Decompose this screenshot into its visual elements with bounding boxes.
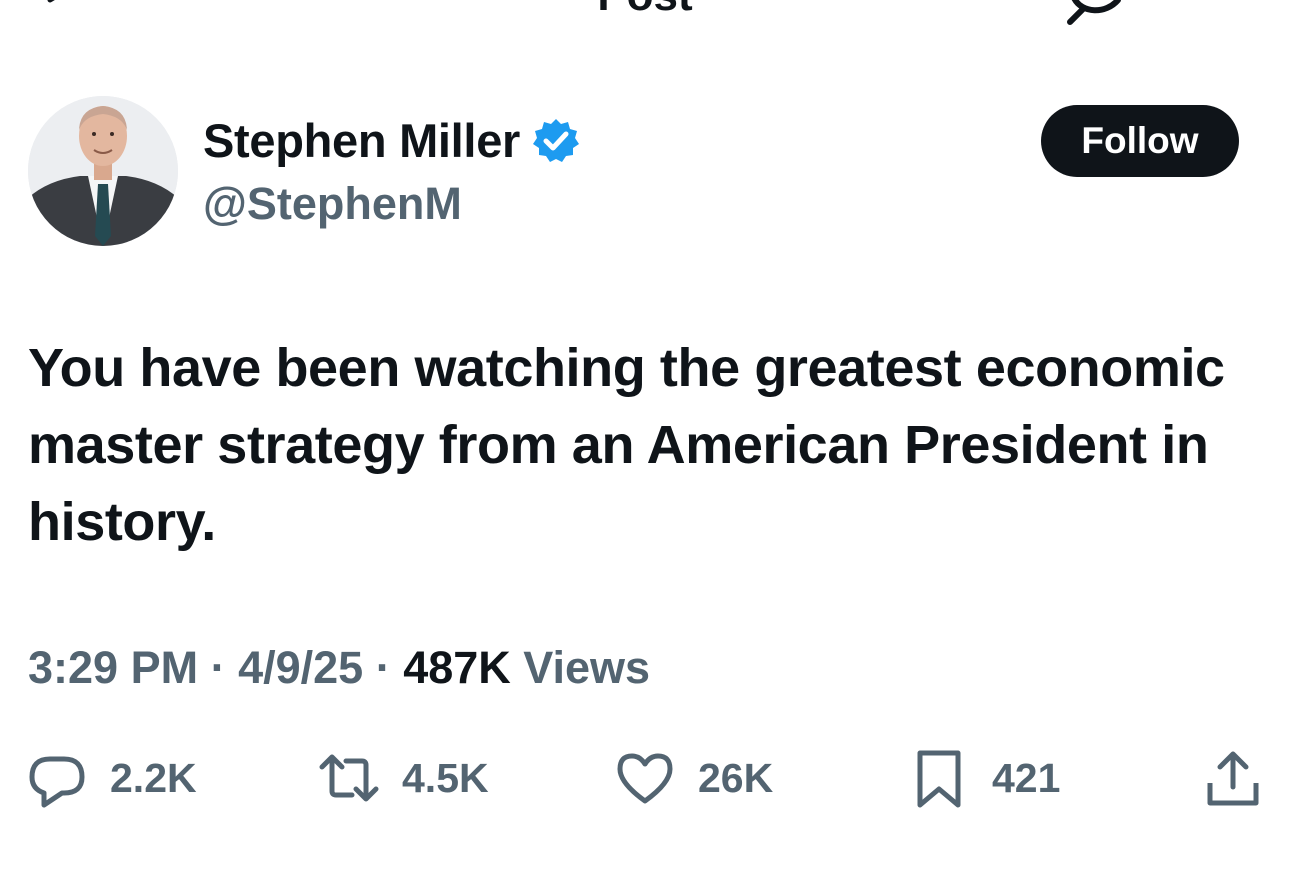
- meta-separator: ·: [198, 642, 239, 693]
- avatar[interactable]: [28, 96, 178, 246]
- author-name[interactable]: Stephen Miller: [203, 112, 520, 170]
- post-date[interactable]: 4/9/25: [238, 642, 363, 693]
- reply-count: 2.2K: [110, 754, 197, 801]
- author-handle[interactable]: @StephenM: [203, 176, 462, 232]
- action-bar: 2.2K 4.5K 26K 421: [0, 742, 1290, 814]
- post-meta: 3:29 PM · 4/9/25 · 487K Views: [28, 636, 650, 700]
- bookmark-count: 421: [992, 754, 1061, 801]
- top-bar: Post: [0, 0, 1290, 25]
- bookmark-button[interactable]: 421: [908, 742, 1060, 814]
- avatar-photo: [28, 96, 178, 246]
- views-label: Views: [510, 642, 651, 693]
- views-count[interactable]: 487K: [403, 642, 511, 693]
- author-name-row[interactable]: Stephen Miller: [203, 112, 580, 170]
- heart-icon: [617, 753, 673, 804]
- reply-icon: [29, 756, 85, 808]
- repost-icon: [319, 754, 379, 802]
- verified-badge-icon[interactable]: [532, 117, 580, 165]
- meta-separator: ·: [363, 642, 404, 693]
- bookmark-icon: [917, 750, 961, 808]
- repost-button[interactable]: 4.5K: [318, 742, 489, 814]
- like-count: 26K: [698, 754, 774, 801]
- post-text: You have been watching the greatest econ…: [28, 338, 1225, 552]
- post-time[interactable]: 3:29 PM: [28, 642, 198, 693]
- like-button[interactable]: 26K: [614, 742, 773, 814]
- follow-button[interactable]: Follow: [1041, 105, 1239, 177]
- repost-count: 4.5K: [402, 754, 489, 801]
- share-button[interactable]: [1202, 742, 1264, 814]
- share-icon: [1207, 751, 1259, 806]
- reply-icon[interactable]: [1062, 0, 1128, 26]
- reply-button[interactable]: 2.2K: [26, 742, 197, 814]
